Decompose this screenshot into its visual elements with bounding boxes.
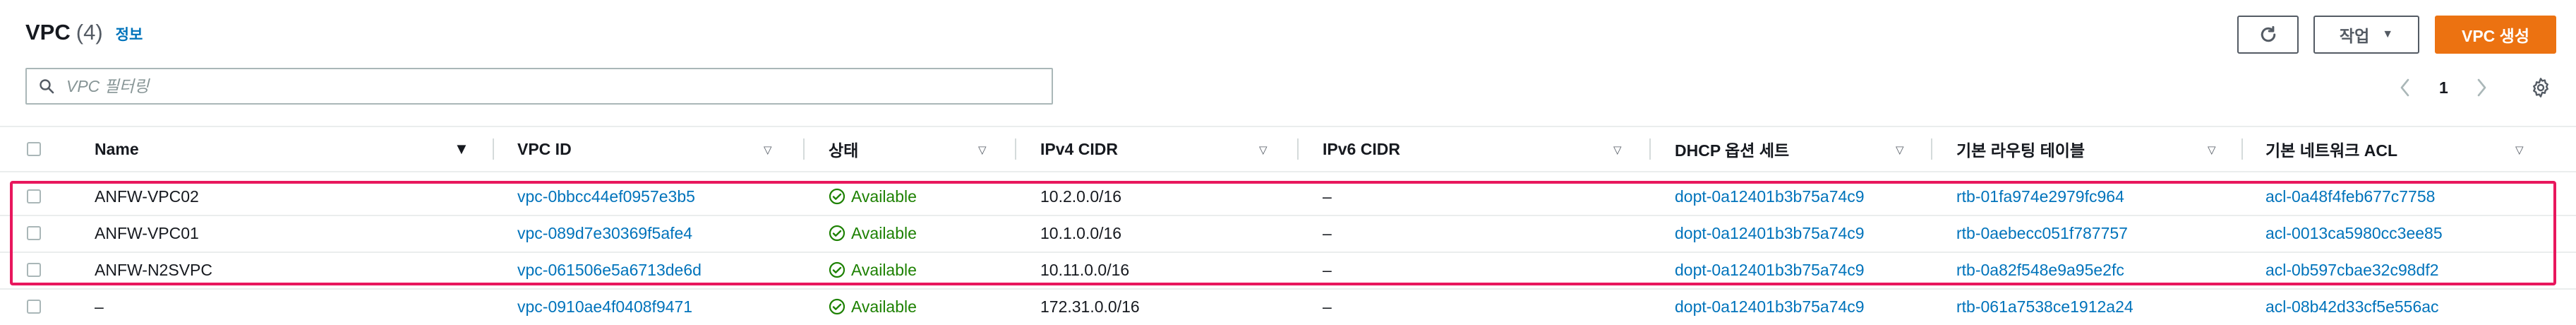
column-header-status[interactable]: 상태 xyxy=(829,127,858,171)
actions-label: 작업 xyxy=(2339,27,2370,45)
column-divider[interactable] xyxy=(803,138,805,160)
column-header-name[interactable]: Name xyxy=(95,127,139,171)
vpc-name-cell: – xyxy=(95,297,104,316)
refresh-icon xyxy=(2261,25,2275,42)
row-checkbox[interactable] xyxy=(27,300,41,314)
sort-icon[interactable]: ▽ xyxy=(1613,143,1622,156)
column-label: Name xyxy=(95,139,139,158)
next-page-icon[interactable] xyxy=(2474,73,2488,102)
sort-icon[interactable]: ▽ xyxy=(1896,143,1904,156)
vpc-id-link[interactable]: vpc-0910ae4f0408f9471 xyxy=(517,288,692,325)
network-acl-link[interactable]: acl-08b42d33cf5e556ac xyxy=(2265,288,2439,325)
column-divider[interactable] xyxy=(1649,138,1651,160)
ipv6-cidr-cell: – xyxy=(1323,297,1332,316)
info-link[interactable]: 정보 xyxy=(116,23,143,45)
search-icon xyxy=(40,79,54,94)
sort-icon[interactable]: ▽ xyxy=(2515,143,2524,156)
actions-dropdown-button[interactable]: 작업 ▼ xyxy=(2313,16,2419,54)
table-header: Name ▼ VPC ID ▽ 상태 ▽ IPv4 CIDR ▽ IPv6 CI… xyxy=(0,127,2576,171)
column-divider[interactable] xyxy=(2241,138,2243,160)
ipv4-cidr-cell: 172.31.0.0/16 xyxy=(1040,297,1140,316)
status-label: Available xyxy=(851,297,917,316)
highlight-annotation-box xyxy=(10,181,2556,285)
column-label: DHCP 옵션 세트 xyxy=(1675,141,1790,160)
vpc-count: (4) xyxy=(76,20,103,45)
column-label: VPC ID xyxy=(517,139,572,158)
page-title-group: VPC (4) 정보 xyxy=(25,20,143,45)
column-label: 기본 네트워크 ACL xyxy=(2265,141,2398,160)
sort-icon[interactable]: ▽ xyxy=(2208,143,2216,156)
sort-icon[interactable]: ▽ xyxy=(978,143,987,156)
select-all-checkbox[interactable] xyxy=(27,142,41,156)
sort-icon[interactable]: ▽ xyxy=(764,143,772,156)
page-title: VPC xyxy=(25,20,71,45)
column-header-ipv4-cidr[interactable]: IPv4 CIDR xyxy=(1040,127,1118,171)
sort-descending-icon[interactable]: ▼ xyxy=(454,140,469,158)
sort-icon[interactable]: ▽ xyxy=(1259,143,1268,156)
column-label: IPv4 CIDR xyxy=(1040,139,1118,158)
header-divider xyxy=(0,171,2576,172)
column-header-route-table[interactable]: 기본 라우팅 테이블 xyxy=(1956,127,2085,171)
table-row[interactable]: – vpc-0910ae4f0408f9471 Available 172.31.0.… xyxy=(0,288,2576,325)
settings-gear-icon[interactable] xyxy=(2527,73,2555,102)
refresh-button[interactable] xyxy=(2237,16,2299,54)
column-header-dhcp-options[interactable]: DHCP 옵션 세트 xyxy=(1675,127,1789,171)
status-cell: Available xyxy=(829,288,917,325)
column-label: 상태 xyxy=(829,141,859,160)
previous-page-icon[interactable] xyxy=(2398,73,2412,102)
column-header-vpc-id[interactable]: VPC ID xyxy=(517,127,572,171)
page-number[interactable]: 1 xyxy=(2439,73,2448,102)
column-divider[interactable] xyxy=(493,138,494,160)
column-divider[interactable] xyxy=(1015,138,1016,160)
column-label: IPv6 CIDR xyxy=(1323,139,1400,158)
column-header-network-acl[interactable]: 기본 네트워크 ACL xyxy=(2265,127,2397,171)
column-divider[interactable] xyxy=(1931,138,1932,160)
column-header-ipv6-cidr[interactable]: IPv6 CIDR xyxy=(1323,127,1400,171)
create-vpc-button[interactable]: VPC 생성 xyxy=(2435,16,2556,54)
filter-search-box[interactable] xyxy=(25,68,1053,105)
check-circle-icon xyxy=(829,298,845,315)
vpc-filter-input[interactable] xyxy=(65,76,1021,97)
dhcp-options-link[interactable]: dopt-0a12401b3b75a74c9 xyxy=(1675,288,1865,325)
caret-down-icon: ▼ xyxy=(2382,28,2394,40)
column-label: 기본 라우팅 테이블 xyxy=(1956,141,2086,160)
route-table-link[interactable]: rtb-061a7538ce1912a24 xyxy=(1956,288,2133,325)
column-divider[interactable] xyxy=(1297,138,1299,160)
